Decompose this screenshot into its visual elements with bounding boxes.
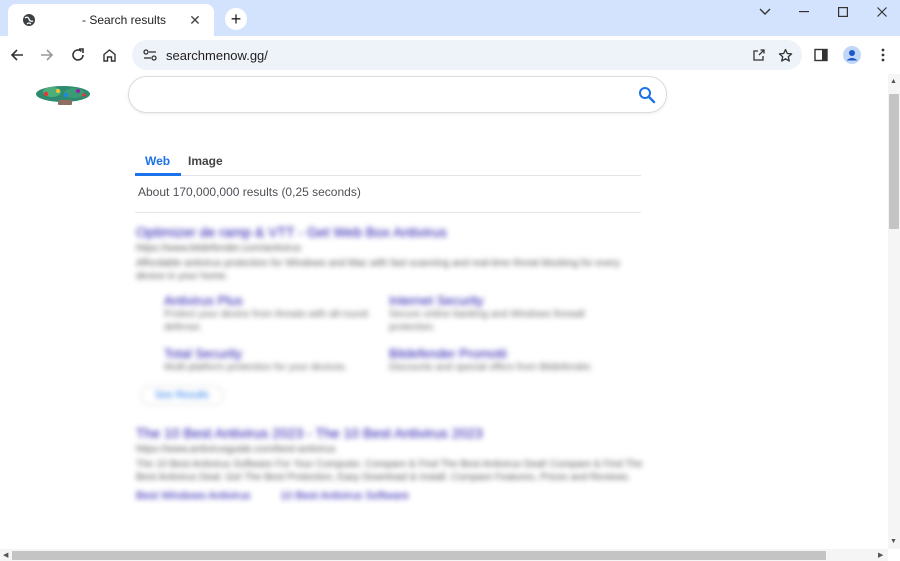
share-icon[interactable] bbox=[746, 42, 772, 68]
result-url[interactable]: https://www.bitdefender.com/antivirus bbox=[136, 243, 646, 254]
result-sitelinks: Antivirus Plus Protect your device from … bbox=[164, 293, 646, 374]
tab-title: - Search results bbox=[82, 13, 167, 27]
sitelink-title[interactable]: Antivirus Plus bbox=[164, 293, 389, 308]
sitelink-desc: Discounts and special offers from Bitdef… bbox=[389, 362, 593, 373]
tab-web[interactable]: Web bbox=[145, 154, 170, 168]
divider bbox=[135, 212, 641, 213]
globe-icon bbox=[22, 13, 36, 27]
result-stats: About 170,000,000 results (0,25 seconds) bbox=[138, 185, 361, 199]
browser-tab[interactable]: - Search results ✕ bbox=[8, 4, 214, 36]
menu-kebab-icon[interactable] bbox=[871, 43, 895, 67]
sitelink[interactable]: Internet Security Secure online banking … bbox=[389, 293, 614, 334]
page-content: Web Image About 170,000,000 results (0,2… bbox=[0, 74, 888, 549]
results-list: Optimizer de ramp & VTT - Get Web Box An… bbox=[136, 220, 646, 502]
sitelink-title[interactable]: Internet Security bbox=[389, 293, 614, 308]
close-icon[interactable] bbox=[862, 0, 900, 24]
horizontal-scrollbar[interactable]: ◀ ▶ bbox=[0, 549, 888, 561]
sitelink-title[interactable]: Total Security bbox=[164, 346, 389, 361]
sitelink-desc: Multi-platform protection for your devic… bbox=[164, 362, 348, 373]
scroll-right-arrow-icon[interactable]: ▶ bbox=[878, 551, 883, 559]
vertical-scroll-thumb[interactable] bbox=[889, 94, 899, 229]
maximize-icon[interactable] bbox=[823, 0, 863, 24]
sitelink-title[interactable]: Bitdefender Promotii bbox=[389, 346, 614, 361]
bookmark-star-icon[interactable] bbox=[772, 42, 798, 68]
more-results-button[interactable]: See Results bbox=[140, 386, 224, 405]
address-url[interactable]: searchmenow.gg/ bbox=[166, 48, 746, 63]
home-icon[interactable] bbox=[97, 43, 121, 67]
forward-icon[interactable] bbox=[35, 43, 59, 67]
minimize-icon[interactable] bbox=[784, 0, 824, 24]
scroll-left-arrow-icon[interactable]: ◀ bbox=[3, 551, 8, 559]
result-links: Best Windows Antivirus 10 Best Antivirus… bbox=[136, 490, 646, 502]
browser-toolbar: searchmenow.gg/ bbox=[0, 36, 900, 74]
search-box[interactable] bbox=[128, 76, 667, 113]
search-input[interactable] bbox=[145, 85, 625, 105]
result-title[interactable]: Optimizer de ramp & VTT - Get Web Box An… bbox=[136, 224, 646, 240]
search-result: The 10 Best Antivirus 2023 - The 10 Best… bbox=[136, 425, 646, 502]
horizontal-scroll-thumb[interactable] bbox=[12, 551, 826, 560]
result-url[interactable]: https://www.antivirusguide.com/best-anti… bbox=[136, 444, 646, 455]
scroll-up-arrow-icon[interactable]: ▲ bbox=[890, 78, 897, 85]
address-bar[interactable]: searchmenow.gg/ bbox=[132, 40, 802, 70]
tab-search-chevron-icon[interactable] bbox=[745, 0, 785, 24]
profile-avatar-icon[interactable] bbox=[840, 43, 864, 67]
tab-strip: - Search results ✕ + bbox=[0, 0, 900, 36]
search-result: Optimizer de ramp & VTT - Get Web Box An… bbox=[136, 224, 646, 405]
active-tab-indicator bbox=[135, 173, 181, 176]
tab-close-icon[interactable]: ✕ bbox=[186, 11, 204, 29]
reload-icon[interactable] bbox=[66, 43, 90, 67]
sitelink-desc: Secure online banking and Windows firewa… bbox=[389, 309, 585, 333]
search-icon[interactable] bbox=[638, 86, 656, 104]
result-title[interactable]: The 10 Best Antivirus 2023 - The 10 Best… bbox=[136, 425, 646, 441]
vertical-scrollbar[interactable]: ▲ ▼ bbox=[888, 74, 900, 549]
scroll-down-arrow-icon[interactable]: ▼ bbox=[890, 538, 897, 545]
sitelink[interactable]: Total Security Multi-platform protection… bbox=[164, 346, 389, 374]
result-snippet: Affordable antivirus protection for Wind… bbox=[136, 258, 620, 282]
tab-image[interactable]: Image bbox=[188, 154, 223, 168]
result-snippet: The 10 Best Antivirus Software For Your … bbox=[136, 459, 643, 483]
new-tab-button[interactable]: + bbox=[225, 8, 247, 30]
result-link[interactable]: 10 Best Antivirus Software bbox=[280, 490, 408, 502]
search-tabs: Web Image bbox=[135, 148, 641, 176]
site-info-icon[interactable] bbox=[142, 47, 158, 63]
site-logo[interactable] bbox=[34, 82, 92, 108]
sitelink[interactable]: Bitdefender Promotii Discounts and speci… bbox=[389, 346, 614, 374]
sitelink-desc: Protect your device from threats with al… bbox=[164, 309, 368, 333]
result-link[interactable]: Best Windows Antivirus bbox=[136, 490, 250, 502]
side-panel-icon[interactable] bbox=[809, 43, 833, 67]
back-icon[interactable] bbox=[5, 43, 29, 67]
sitelink[interactable]: Antivirus Plus Protect your device from … bbox=[164, 293, 389, 334]
scrollbar-corner bbox=[888, 549, 900, 561]
